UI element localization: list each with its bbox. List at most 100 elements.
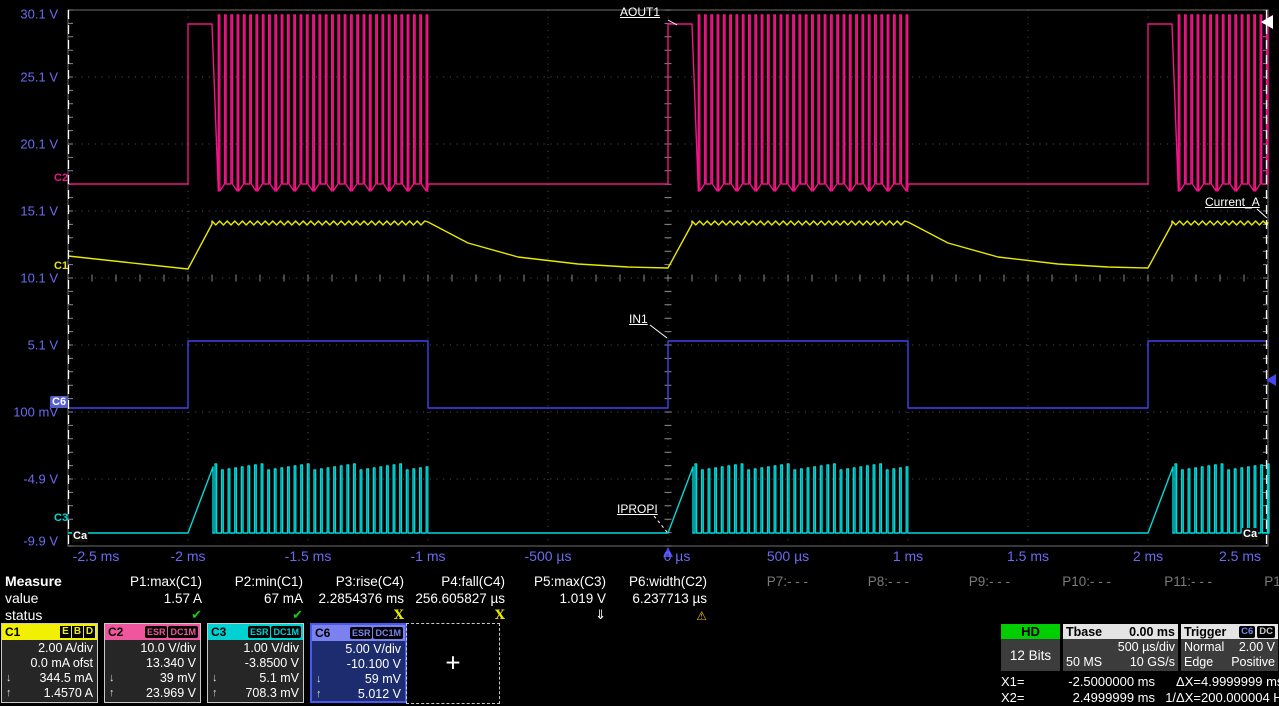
channel-min: 39 mV bbox=[160, 671, 196, 685]
channel-scale: 5.00 V/div bbox=[314, 642, 401, 657]
channel-min-row: ↓344.5 mA bbox=[4, 671, 93, 686]
channel-badge: DC1M bbox=[168, 626, 198, 638]
channel-header: C3ESRDC1M bbox=[208, 624, 303, 640]
channel-descriptor-c2[interactable]: C2ESRDC1M10.0 V/div13.340 V↓39 mV↑23.969… bbox=[104, 623, 201, 703]
measure-status-icon: ✔ bbox=[206, 607, 307, 623]
time-label: 1 ms bbox=[893, 548, 923, 564]
bits-label: 12 Bits bbox=[1001, 639, 1060, 671]
measure-status-row: status ✔✔ⅩⅩ⇓⚠ bbox=[0, 607, 1279, 623]
channel-badge: E bbox=[60, 626, 71, 638]
waveform-plot[interactable]: 30.1 V25.1 V20.1 V15.1 V10.1 V5.1 V100 m… bbox=[0, 0, 1279, 568]
channel-max: 5.012 V bbox=[358, 687, 401, 701]
trace-label-aout1[interactable]: AOUT1 bbox=[620, 5, 660, 19]
channel-header: C1EBD bbox=[2, 624, 97, 640]
ipropi-pointer-line bbox=[654, 516, 667, 532]
time-label: -2.5 ms bbox=[73, 548, 120, 564]
timebase-box[interactable]: Tbase 0.00 ms 500 µs/div 50 MS 10 GS/s bbox=[1063, 624, 1178, 671]
measure-param-value: 67 mA bbox=[206, 591, 307, 606]
timebase-offset: 0.00 ms bbox=[1129, 625, 1175, 639]
acquisition-box[interactable]: HD 12 Bits bbox=[1001, 624, 1060, 671]
measure-param-label[interactable]: P5:max(C3) bbox=[509, 574, 610, 589]
x1-value: -2.5000000 ms bbox=[1039, 674, 1155, 690]
measure-param-label[interactable]: P6:width(C2) bbox=[610, 574, 711, 589]
channel-header: C2ESRDC1M bbox=[105, 624, 200, 640]
inv-dx-value: 200.000004 Hz bbox=[1201, 690, 1279, 706]
channel-marker-c3[interactable]: C3 bbox=[54, 512, 68, 524]
channel-marker-c2[interactable]: C2 bbox=[54, 172, 68, 184]
add-trace-box[interactable]: + bbox=[406, 623, 500, 704]
measure-param-label[interactable]: P7:- - - bbox=[711, 574, 812, 589]
channel-min-row: ↓59 mV bbox=[314, 672, 401, 687]
measure-header-row: Measure P1:max(C1)P2:min(C1)P3:rise(C4)P… bbox=[0, 573, 1279, 589]
trigger-box[interactable]: Trigger C6 DC Normal 2.00 V Edge Positiv… bbox=[1181, 624, 1278, 671]
channel-max: 708.3 mV bbox=[245, 686, 299, 700]
voltage-label: -9.9 V bbox=[0, 534, 58, 549]
measure-status-icon: ✔ bbox=[105, 607, 206, 623]
cursor-label[interactable]: Ca bbox=[1242, 528, 1258, 540]
channel-marker-c1[interactable]: C1 bbox=[54, 260, 68, 272]
inv-dx-label: 1/ΔX= bbox=[1155, 690, 1201, 706]
voltage-label: 20.1 V bbox=[0, 137, 58, 152]
arrow-up-icon: ↑ bbox=[316, 687, 322, 702]
trace-label-ipropi[interactable]: IPROPI bbox=[617, 502, 658, 516]
x1-label: X1= bbox=[1001, 674, 1039, 690]
measure-param-label[interactable]: P10:- - - bbox=[1014, 574, 1115, 589]
channel-body: 2.00 A/div0.0 mA ofst↓344.5 mA↑1.4570 A bbox=[2, 640, 97, 701]
measure-param-label[interactable]: P8:- - - bbox=[812, 574, 913, 589]
trace-label-in1[interactable]: IN1 bbox=[629, 312, 648, 326]
channel-descriptor-c3[interactable]: C3ESRDC1M1.00 V/div-3.8500 V↓5.1 mV↑708.… bbox=[207, 623, 304, 703]
bottom-bar: C1EBD2.00 A/div0.0 mA ofst↓344.5 mA↑1.45… bbox=[0, 622, 1279, 706]
measure-param-label[interactable]: P12:- - - bbox=[1216, 574, 1279, 589]
x2-label: X2= bbox=[1001, 690, 1039, 706]
measure-param-label[interactable]: P11:- - - bbox=[1115, 574, 1216, 589]
status-row-label: status bbox=[0, 607, 105, 623]
time-label: 1.5 ms bbox=[1007, 548, 1049, 564]
channel-max: 23.969 V bbox=[146, 686, 196, 700]
in1-pointer-line bbox=[650, 325, 667, 338]
channel-badge: ESR bbox=[145, 626, 168, 638]
time-label: 2.5 ms bbox=[1219, 548, 1261, 564]
channel-offset: 13.340 V bbox=[107, 656, 196, 671]
measure-param-label[interactable]: P2:min(C1) bbox=[206, 574, 307, 589]
voltage-label: 10.1 V bbox=[0, 271, 58, 286]
timebase-per-div: 500 µs/div bbox=[1118, 640, 1175, 655]
channel-max-row: ↑ 5.012 V bbox=[314, 687, 401, 702]
channel-descriptor-c6[interactable]: C6ESRDC1M5.00 V/div-10.100 V↓59 mV↑5.012… bbox=[310, 623, 407, 703]
channel-max-row: ↑1.4570 A bbox=[4, 686, 93, 701]
measure-param-label[interactable]: P9:- - - bbox=[913, 574, 1014, 589]
timebase-samples: 50 MS bbox=[1066, 655, 1102, 670]
channel-id: C3 bbox=[211, 625, 247, 639]
channel-marker-c6[interactable]: C6 bbox=[50, 396, 68, 408]
channel-badge: DC1M bbox=[373, 627, 403, 639]
channel-scale: 1.00 V/div bbox=[210, 641, 299, 656]
cursor-readout: X1= -2.5000000 ms ΔX= 4.9999999 ms X2= 2… bbox=[1001, 674, 1279, 705]
oscilloscope-screen: 30.1 V25.1 V20.1 V15.1 V10.1 V5.1 V100 m… bbox=[0, 0, 1279, 706]
channel-min-row: ↓ 39 mV bbox=[107, 671, 196, 686]
arrow-down-icon: ↓ bbox=[212, 671, 218, 686]
measure-status-icon: ⇓ bbox=[509, 607, 610, 623]
measure-param-label[interactable]: P1:max(C1) bbox=[105, 574, 206, 589]
channel-badge: D bbox=[84, 626, 95, 638]
channel-id: C2 bbox=[108, 625, 144, 639]
channel-max-row: ↑23.969 V bbox=[107, 686, 196, 701]
value-row-label: value bbox=[0, 590, 105, 606]
current-a-pointer-line bbox=[1257, 209, 1267, 218]
channel-badge: ESR bbox=[248, 626, 271, 638]
channel-offset: -3.8500 V bbox=[210, 656, 299, 671]
voltage-label: 15.1 V bbox=[0, 204, 58, 219]
measure-param-label[interactable]: P4:fall(C4) bbox=[408, 574, 509, 589]
channel-offset: -10.100 V bbox=[314, 657, 401, 672]
timebase-rate: 10 GS/s bbox=[1130, 655, 1175, 670]
channel-badge: ESR bbox=[350, 627, 373, 639]
measure-row-label: Measure bbox=[0, 573, 105, 589]
dx-label: ΔX= bbox=[1155, 674, 1201, 690]
trigger-type: Edge bbox=[1184, 655, 1213, 670]
channel-descriptor-c1[interactable]: C1EBD2.00 A/div0.0 mA ofst↓344.5 mA↑1.45… bbox=[1, 623, 98, 703]
measure-param-label[interactable]: P3:rise(C4) bbox=[307, 574, 408, 589]
cursor-label[interactable]: Ca bbox=[72, 530, 88, 542]
voltage-label: 5.1 V bbox=[0, 338, 58, 353]
arrow-down-icon: ↓ bbox=[109, 671, 115, 686]
time-label: 500 µs bbox=[767, 548, 809, 564]
add-trace-plus-icon: + bbox=[445, 647, 460, 678]
trace-label-current_a[interactable]: Current_A bbox=[1205, 195, 1260, 209]
